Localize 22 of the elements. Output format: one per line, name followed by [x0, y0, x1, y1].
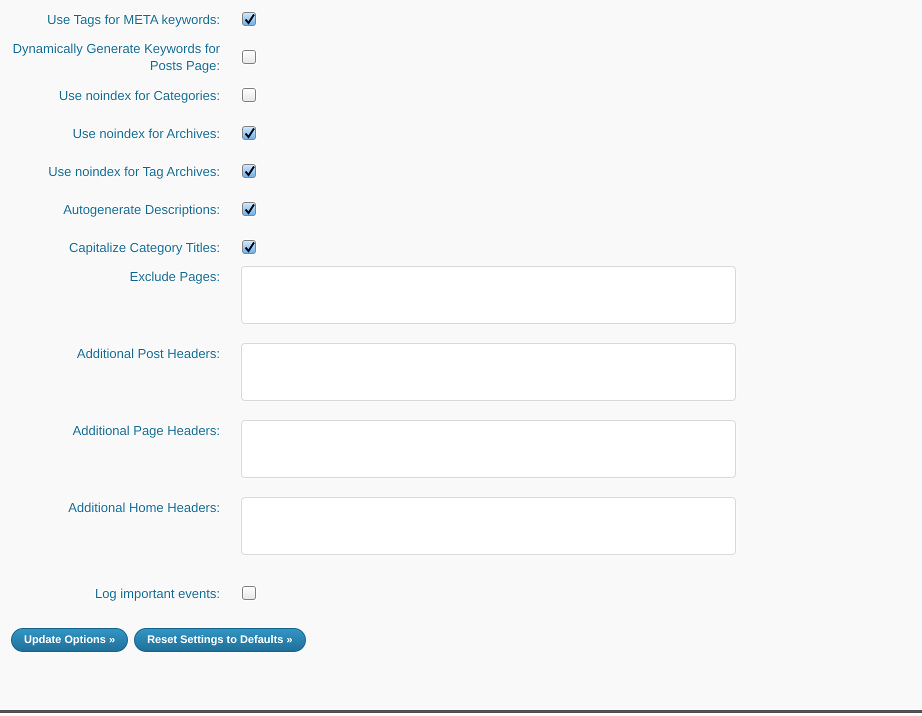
- checkbox[interactable]: [242, 126, 256, 140]
- option-label: Use noindex for Archives:: [72, 124, 220, 142]
- option-label: Autogenerate Descriptions:: [62, 200, 220, 218]
- checkbox[interactable]: [242, 240, 256, 254]
- option-label: Use Tags for META keywords:: [46, 10, 220, 28]
- option-label: Dynamically Generate Keywords for Posts Page:: [12, 40, 220, 74]
- option-label: Use noindex for Categories:: [58, 86, 220, 104]
- option-label: Capitalize Category Titles:: [68, 238, 220, 256]
- option-label: Additional Post Headers:: [76, 345, 220, 362]
- checkbox[interactable]: [242, 12, 256, 26]
- option-label: Exclude Pages:: [128, 268, 220, 285]
- option-label: Use noindex for Tag Archives:: [47, 162, 220, 180]
- checkbox[interactable]: [242, 586, 256, 600]
- reset-defaults-button[interactable]: Reset Settings to Defaults »: [134, 628, 306, 652]
- update-options-button[interactable]: Update Options »: [11, 628, 128, 652]
- checkbox[interactable]: [242, 164, 256, 178]
- option-label: Additional Page Headers:: [72, 422, 220, 439]
- option-label: Additional Home Headers:: [67, 499, 220, 516]
- checkbox[interactable]: [242, 88, 256, 102]
- checkbox[interactable]: [242, 50, 256, 64]
- option-label: Log important events:: [94, 584, 220, 602]
- checkbox[interactable]: [242, 202, 256, 216]
